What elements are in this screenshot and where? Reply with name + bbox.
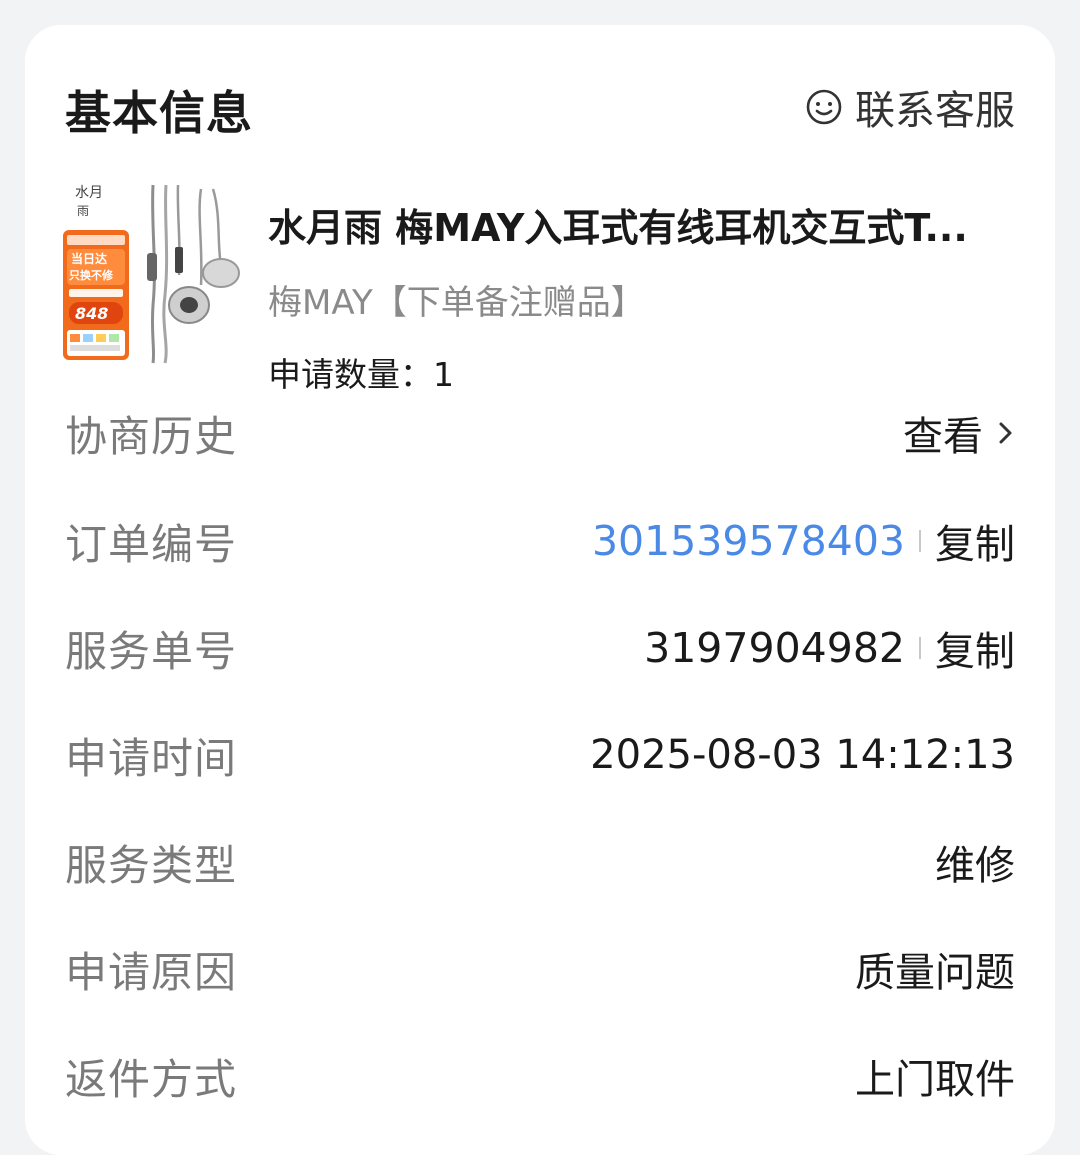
row-service-number: 服务单号 3197904982 复制: [65, 618, 1015, 678]
product-spec: 梅MAY【下单备注赠品】: [268, 283, 645, 323]
row-label: 返件方式: [65, 1054, 238, 1104]
application-time-value: 2025-08-03 14:12:13: [590, 732, 1015, 778]
thumb-price: 848: [75, 304, 108, 323]
row-order-number: 订单编号 301539578403 复制: [65, 511, 1015, 571]
service-type-value: 维修: [935, 843, 1015, 889]
row-label: 申请原因: [65, 947, 238, 997]
order-number-link[interactable]: 301539578403: [592, 517, 905, 565]
contact-service-button[interactable]: 联系客服: [805, 83, 1015, 134]
row-value: 查看: [903, 404, 1015, 462]
row-label: 服务单号: [65, 626, 238, 676]
chevron-right-icon: [999, 422, 1012, 444]
row-negotiation-history[interactable]: 协商历史 查看: [65, 403, 1015, 463]
row-label: 服务类型: [65, 840, 238, 890]
row-label: 订单编号: [65, 519, 238, 569]
row-label: 协商历史: [65, 411, 238, 461]
product-title: 水月雨 梅MAY入耳式有线耳机交互式T...: [268, 206, 968, 250]
return-method-value: 上门取件: [855, 1057, 1015, 1103]
view-history-link[interactable]: 查看: [903, 404, 983, 462]
copy-order-number-button[interactable]: 复制: [935, 512, 1015, 570]
divider: [919, 530, 921, 552]
contact-service-label: 联系客服: [855, 88, 1015, 134]
product-quantity: 申请数量：1: [268, 355, 454, 394]
row-return-method: 返件方式 上门取件: [65, 1046, 1015, 1106]
row-service-type: 服务类型 维修: [65, 832, 1015, 892]
smile-chat-icon: [806, 89, 842, 125]
product-thumbnail: 水月 雨 当日达 只换不修 848: [61, 175, 246, 365]
basic-info-card: 基本信息 联系客服 水月 雨 当日达 只换不修 848 水月雨 梅MAY入耳式有…: [25, 25, 1055, 1155]
row-value: 301539578403 复制: [592, 512, 1015, 570]
section-title: 基本信息: [65, 86, 253, 140]
row-label: 申请时间: [65, 733, 238, 783]
thumb-badge-2: 只换不修: [69, 268, 114, 282]
thumb-badge-1: 当日达: [71, 251, 107, 266]
copy-service-number-button[interactable]: 复制: [935, 619, 1015, 677]
row-application-reason: 申请原因 质量问题: [65, 939, 1015, 999]
divider: [919, 637, 921, 659]
service-number-value: 3197904982: [644, 624, 905, 672]
product-summary[interactable]: 水月 雨 当日达 只换不修 848 水月雨 梅MAY入耳式有线耳机交互式T...…: [61, 175, 1021, 394]
svg-text:水月: 水月: [75, 185, 103, 201]
svg-text:雨: 雨: [77, 204, 89, 218]
row-application-time: 申请时间 2025-08-03 14:12:13: [65, 725, 1015, 785]
row-value: 3197904982 复制: [644, 619, 1015, 677]
application-reason-value: 质量问题: [855, 950, 1015, 996]
